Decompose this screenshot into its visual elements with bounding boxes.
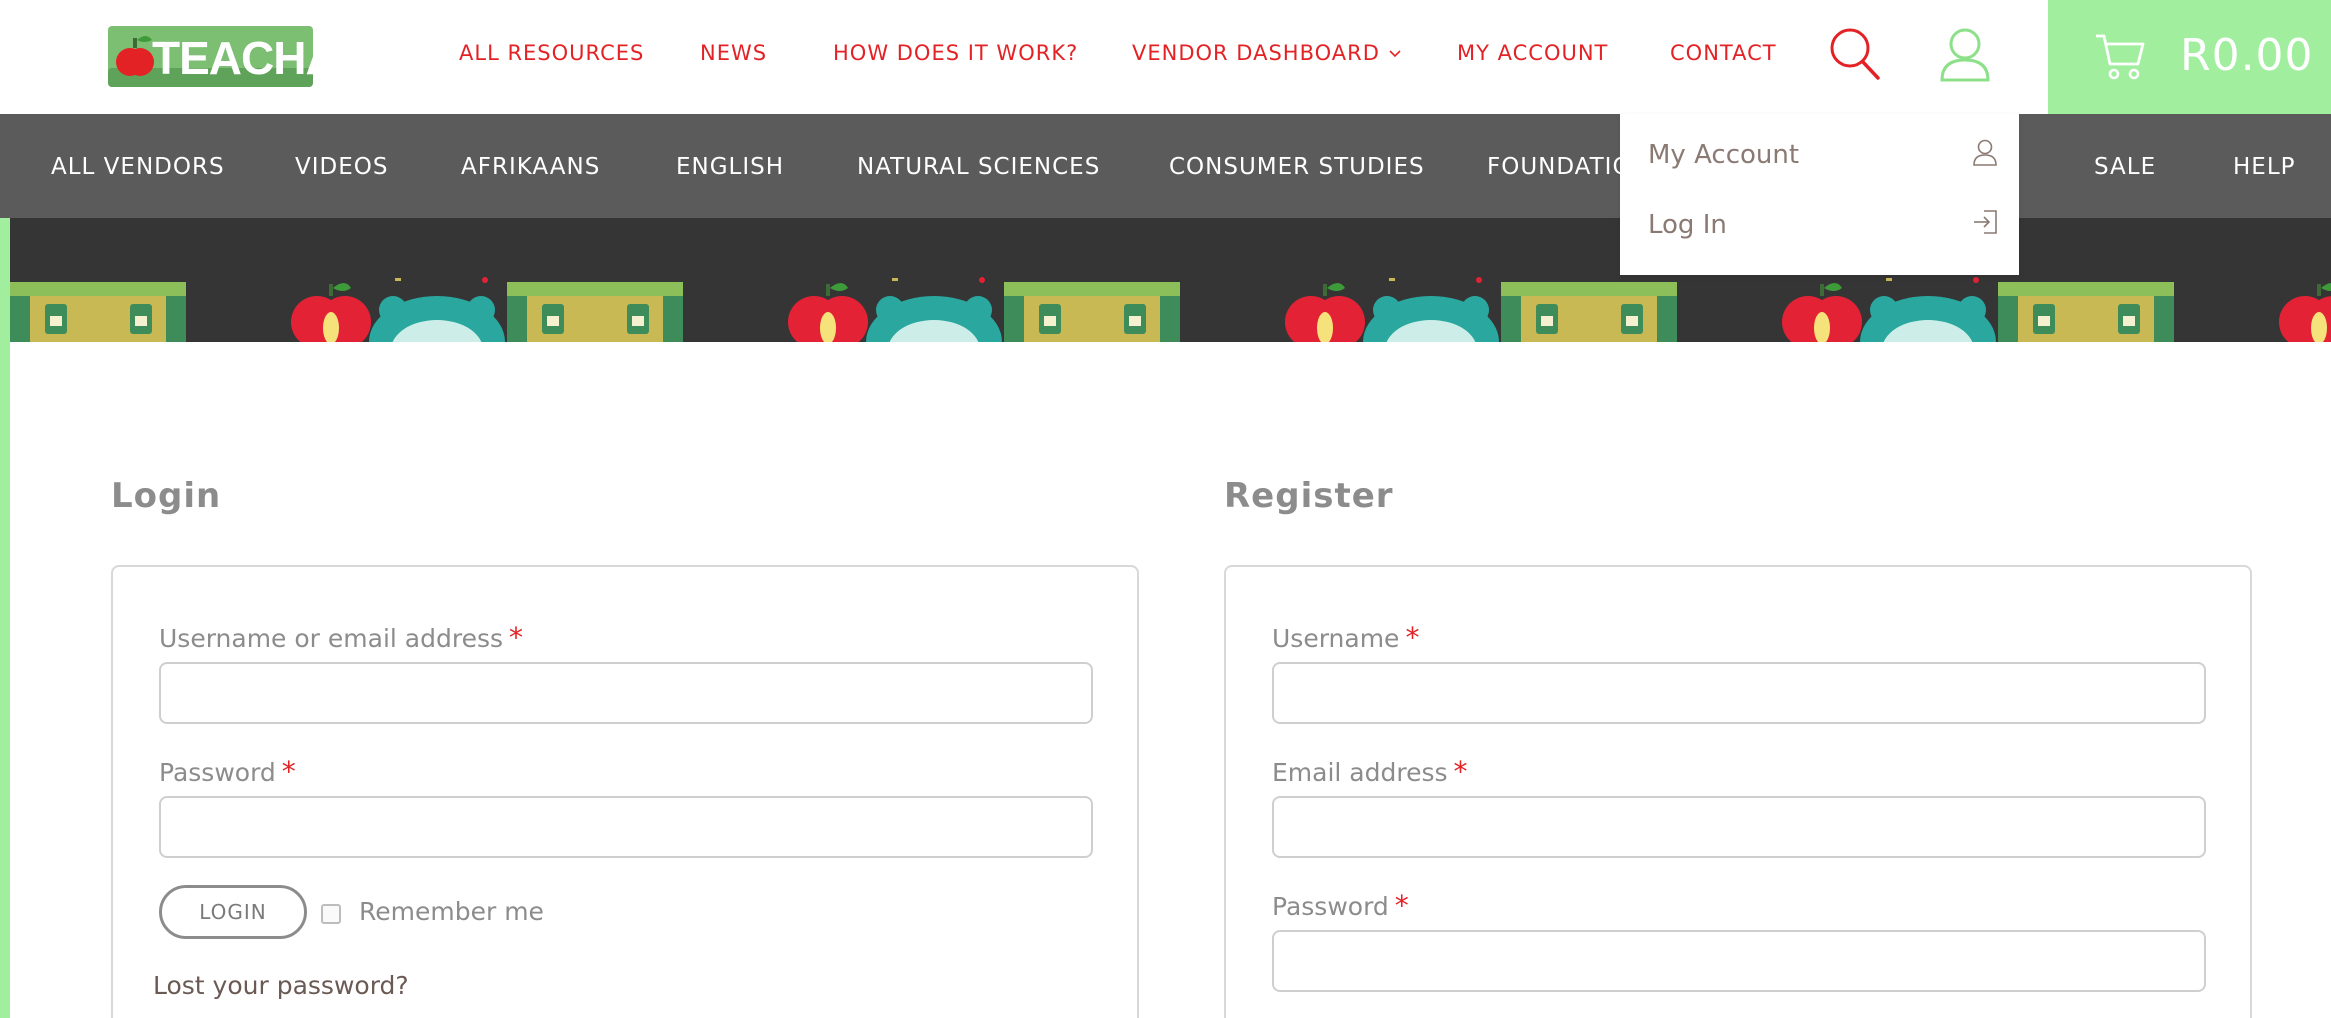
category-sale[interactable]: SALE xyxy=(2094,154,2156,180)
register-title: Register xyxy=(1224,476,1394,516)
login-username-input[interactable] xyxy=(159,662,1093,724)
user-icon[interactable] xyxy=(1938,24,1992,84)
required-asterisk: * xyxy=(1405,621,1420,654)
register-username-label: Username * xyxy=(1272,621,1419,654)
login-password-input[interactable] xyxy=(159,796,1093,858)
register-password-label-text: Password xyxy=(1272,892,1389,921)
register-password-label: Password * xyxy=(1272,889,1409,922)
nav-contact[interactable]: CONTACT xyxy=(1670,41,1777,65)
register-form: Username * Email address * Password * xyxy=(1224,565,2252,1018)
left-accent-stripe xyxy=(0,218,10,1018)
dropdown-item-label: Log In xyxy=(1648,210,1727,240)
remember-me-label: Remember me xyxy=(359,897,544,926)
nav-vendor-dashboard[interactable]: VENDOR DASHBOARD xyxy=(1132,41,1402,65)
user-icon xyxy=(1973,139,1997,166)
remember-me-checkbox[interactable] xyxy=(321,904,341,924)
category-english[interactable]: ENGLISH xyxy=(676,154,784,180)
nav-vendor-dashboard-label: VENDOR DASHBOARD xyxy=(1132,41,1380,65)
category-foundation[interactable]: FOUNDATIC xyxy=(1487,154,1630,180)
register-email-label: Email address * xyxy=(1272,755,1468,788)
category-afrikaans[interactable]: AFRIKAANS xyxy=(461,154,600,180)
category-natural-sciences[interactable]: NATURAL SCIENCES xyxy=(857,154,1100,180)
login-button[interactable]: LOGIN xyxy=(159,885,307,939)
register-username-label-text: Username xyxy=(1272,624,1400,653)
nav-all-resources[interactable]: ALL RESOURCES xyxy=(459,41,644,65)
password-label-text: Password xyxy=(159,758,276,787)
cart-total: R0.00 xyxy=(2180,30,2314,81)
login-icon xyxy=(1974,210,1997,234)
required-asterisk: * xyxy=(509,621,524,654)
nav-how-does-it-work[interactable]: HOW DOES IT WORK? xyxy=(833,41,1078,65)
chevron-down-icon xyxy=(1389,50,1401,58)
password-label: Password * xyxy=(159,755,296,788)
register-email-input[interactable] xyxy=(1272,796,2206,858)
logo-text: TEACHA! xyxy=(152,32,313,84)
category-videos[interactable]: VIDEOS xyxy=(295,154,388,180)
required-asterisk: * xyxy=(1453,755,1468,788)
category-all-vendors[interactable]: ALL VENDORS xyxy=(51,154,225,180)
category-consumer-studies[interactable]: CONSUMER STUDIES xyxy=(1169,154,1425,180)
cart-button[interactable]: R0.00 xyxy=(2048,0,2331,114)
nav-my-account[interactable]: MY ACCOUNT xyxy=(1457,41,1608,65)
dropdown-item-label: My Account xyxy=(1648,140,1800,170)
username-label: Username or email address * xyxy=(159,621,523,654)
dropdown-item-log-in[interactable]: Log In xyxy=(1648,204,1998,244)
login-form: Username or email address * Password * LOG… xyxy=(111,565,1139,1018)
required-asterisk: * xyxy=(281,755,296,788)
lost-password-link[interactable]: Lost your password? xyxy=(153,971,409,1000)
register-email-label-text: Email address xyxy=(1272,758,1448,787)
login-title: Login xyxy=(111,476,222,516)
dropdown-item-my-account[interactable]: My Account xyxy=(1648,134,1998,174)
username-label-text: Username or email address xyxy=(159,624,504,653)
category-help[interactable]: HELP xyxy=(2233,154,2296,180)
account-dropdown: My Account Log In xyxy=(1620,114,2019,275)
nav-news[interactable]: NEWS xyxy=(700,41,767,65)
register-password-input[interactable] xyxy=(1272,930,2206,992)
required-asterisk: * xyxy=(1394,889,1409,922)
site-header: TEACHA! ALL RESOURCES NEWS HOW DOES IT W… xyxy=(0,0,2331,114)
cart-icon xyxy=(2096,34,2145,80)
register-username-input[interactable] xyxy=(1272,662,2206,724)
teacha-logo[interactable]: TEACHA! xyxy=(108,26,313,87)
search-icon[interactable] xyxy=(1828,24,1884,84)
